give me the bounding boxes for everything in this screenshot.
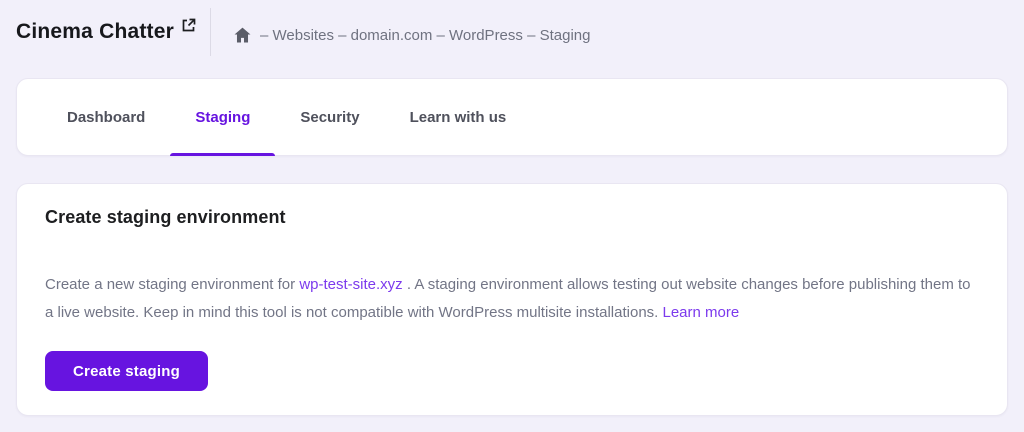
site-title-group: Cinema Chatter xyxy=(16,18,196,45)
page-header: Cinema Chatter – Websites – domain.com –… xyxy=(0,0,1024,56)
tab-security[interactable]: Security xyxy=(275,79,384,155)
tab-dashboard[interactable]: Dashboard xyxy=(42,79,170,155)
home-icon[interactable] xyxy=(234,27,251,43)
tabs-card: Dashboard Staging Security Learn with us xyxy=(16,78,1008,156)
page-title: Cinema Chatter xyxy=(16,20,175,43)
breadcrumb-path: – Websites – domain.com – WordPress – St… xyxy=(260,27,591,44)
site-link[interactable]: wp-test-site.xyz xyxy=(299,276,402,293)
staging-description: Create a new staging environment for wp-… xyxy=(45,271,979,327)
header-divider xyxy=(210,8,212,56)
learn-more-link[interactable]: Learn more xyxy=(663,304,740,321)
external-link-icon[interactable] xyxy=(181,18,196,33)
create-staging-button[interactable]: Create staging xyxy=(45,351,208,391)
card-title: Create staging environment xyxy=(45,207,286,227)
description-part1: Create a new staging environment for xyxy=(45,276,300,293)
tab-learn-with-us[interactable]: Learn with us xyxy=(385,79,532,155)
breadcrumb[interactable]: – Websites – domain.com – WordPress – St… xyxy=(234,27,590,44)
tab-staging[interactable]: Staging xyxy=(170,79,276,156)
staging-card: Create staging environment Create a new … xyxy=(16,183,1008,416)
